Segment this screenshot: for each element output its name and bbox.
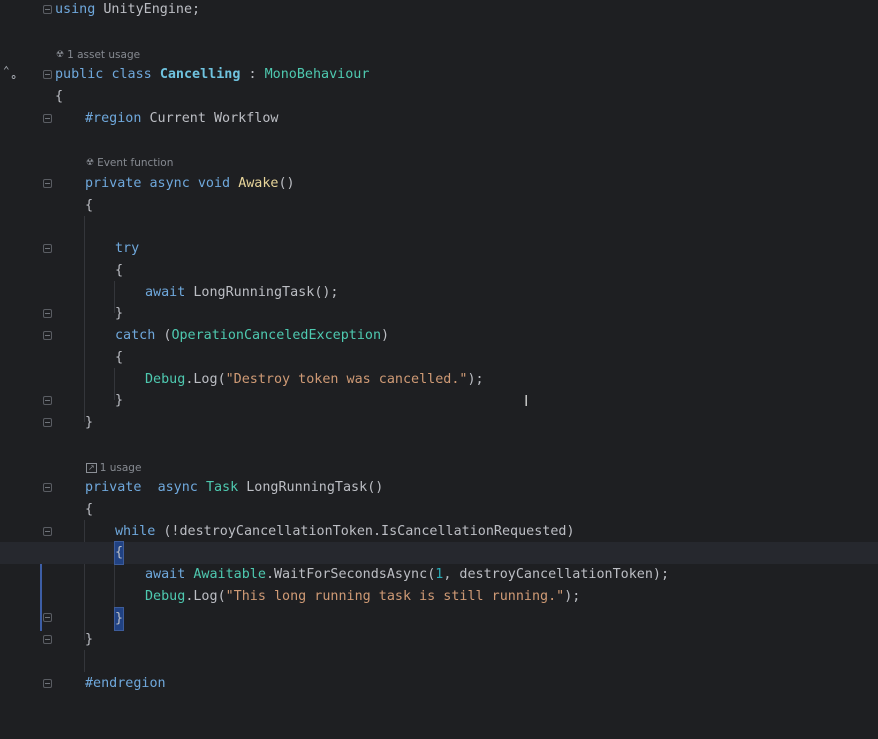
code-line-brace[interactable]: } bbox=[0, 390, 878, 412]
code-line-debug-log[interactable]: Debug.Log("Destroy token was cancelled."… bbox=[0, 369, 878, 391]
keyword: try bbox=[115, 241, 140, 256]
punctuation: ); bbox=[564, 589, 581, 604]
punctuation: : bbox=[240, 67, 265, 82]
hint-text: 1 asset usage bbox=[67, 49, 141, 61]
matched-brace: } bbox=[113, 607, 125, 631]
code-line-brace[interactable]: } bbox=[0, 412, 878, 434]
keyword: class bbox=[111, 67, 152, 82]
return-type: Task bbox=[205, 480, 239, 495]
method-call: WaitForSecondsAsync bbox=[274, 567, 428, 582]
punctuation: () bbox=[278, 176, 295, 191]
usage-link-icon: ↗ bbox=[86, 463, 97, 473]
code-line-awake-declaration[interactable]: private async void Awake() bbox=[0, 173, 878, 195]
code-line-region[interactable]: #region Current Workflow bbox=[0, 108, 878, 130]
class-reference: Debug bbox=[145, 589, 186, 604]
code-line-brace[interactable]: { bbox=[0, 86, 878, 108]
code-line-current[interactable]: { bbox=[0, 541, 878, 565]
keyword: catch bbox=[115, 328, 156, 343]
code-line-class-declaration[interactable]: public class Cancelling : MonoBehaviour bbox=[0, 64, 878, 86]
brace: { bbox=[85, 502, 94, 517]
hint-text: 1 usage bbox=[99, 462, 142, 474]
arguments: , destroyCancellationToken); bbox=[443, 567, 670, 582]
code-line-debug-log[interactable]: Debug.Log("This long running task is sti… bbox=[0, 586, 878, 608]
keyword: void bbox=[197, 176, 231, 191]
code-line-brace[interactable]: } bbox=[0, 303, 878, 325]
punctuation: () bbox=[367, 480, 384, 495]
keyword: async bbox=[149, 176, 190, 191]
brace: { bbox=[85, 198, 94, 213]
punctuation: ( bbox=[217, 589, 226, 604]
punctuation: (); bbox=[314, 285, 339, 300]
code-line-await[interactable]: await LongRunningTask(); bbox=[0, 282, 878, 304]
code-line-task-declaration[interactable]: private async Task LongRunningTask() bbox=[0, 477, 878, 499]
text-cursor-icon: I bbox=[524, 392, 529, 410]
class-reference: Awaitable bbox=[193, 567, 266, 582]
keyword: await bbox=[145, 285, 186, 300]
code-line-brace[interactable]: } bbox=[0, 629, 878, 651]
code-line-endregion[interactable]: #endregion bbox=[0, 673, 878, 695]
code-line-catch[interactable]: catch (OperationCanceledException) bbox=[0, 325, 878, 347]
code-line-while[interactable]: while (!destroyCancellationToken.IsCance… bbox=[0, 521, 878, 543]
brace: } bbox=[85, 415, 94, 430]
indent-guide bbox=[84, 650, 85, 672]
hint-text: Event function bbox=[97, 157, 174, 169]
method-name: LongRunningTask bbox=[246, 480, 368, 495]
namespace: UnityEngine; bbox=[95, 2, 201, 17]
punctuation: . bbox=[265, 567, 274, 582]
string-literal: "This long running task is still running… bbox=[225, 589, 565, 604]
brace: { bbox=[55, 89, 64, 104]
class-name: Cancelling bbox=[159, 67, 241, 82]
code-line-brace[interactable]: { bbox=[0, 347, 878, 369]
keyword: using bbox=[55, 2, 96, 17]
preprocessor-directive: #endregion bbox=[85, 676, 166, 691]
punctuation: ) bbox=[381, 328, 390, 343]
code-line-await-awaitable[interactable]: await Awaitable.WaitForSecondsAsync(1, d… bbox=[0, 564, 878, 586]
brace: } bbox=[85, 632, 94, 647]
region-name: Current Workflow bbox=[141, 111, 279, 126]
punctuation: ( bbox=[155, 328, 172, 343]
code-vision-hint[interactable]: ↗ 1 usage bbox=[0, 460, 878, 476]
punctuation: ( bbox=[217, 372, 226, 387]
keyword: private bbox=[85, 480, 142, 495]
keyword: public bbox=[55, 67, 104, 82]
code-line-brace[interactable]: { bbox=[0, 499, 878, 521]
keyword: private bbox=[85, 176, 142, 191]
code-line-try[interactable]: try bbox=[0, 238, 878, 260]
keyword: await bbox=[145, 567, 186, 582]
code-vision-hint[interactable]: ☢ 1 asset usage bbox=[0, 47, 878, 63]
class-reference: Debug bbox=[145, 372, 186, 387]
keyword: async bbox=[157, 480, 198, 495]
code-line-brace[interactable]: { bbox=[0, 195, 878, 217]
method-name: Awake bbox=[238, 176, 279, 191]
code-line-brace[interactable]: { bbox=[0, 260, 878, 282]
unity-icon: ☢ bbox=[56, 50, 65, 60]
punctuation: ); bbox=[467, 372, 484, 387]
code-line-using[interactable]: using UnityEngine; bbox=[0, 0, 878, 21]
code-vision-hint[interactable]: ☢ Event function bbox=[0, 155, 878, 171]
base-type: MonoBehaviour bbox=[264, 67, 370, 82]
exception-type: OperationCanceledException bbox=[171, 328, 382, 343]
method-call: Log bbox=[193, 589, 218, 604]
preprocessor-directive: #region bbox=[85, 111, 142, 126]
brace: { bbox=[115, 263, 124, 278]
method-call: LongRunningTask bbox=[193, 285, 315, 300]
brace: } bbox=[115, 306, 124, 321]
code-line-brace[interactable]: } bbox=[0, 607, 878, 631]
condition: (!destroyCancellationToken.IsCancellatio… bbox=[155, 524, 575, 539]
brace: } bbox=[115, 393, 124, 408]
method-call: Log bbox=[193, 372, 218, 387]
code-editor[interactable]: ⌃ ⚬ 💡 using UnityEngine; ☢1 asset usage … bbox=[0, 0, 878, 701]
brace: { bbox=[115, 350, 124, 365]
matched-brace: { bbox=[113, 541, 125, 565]
string-literal: "Destroy token was cancelled." bbox=[225, 372, 468, 387]
unity-icon: ☢ bbox=[86, 158, 95, 168]
keyword: while bbox=[115, 524, 156, 539]
